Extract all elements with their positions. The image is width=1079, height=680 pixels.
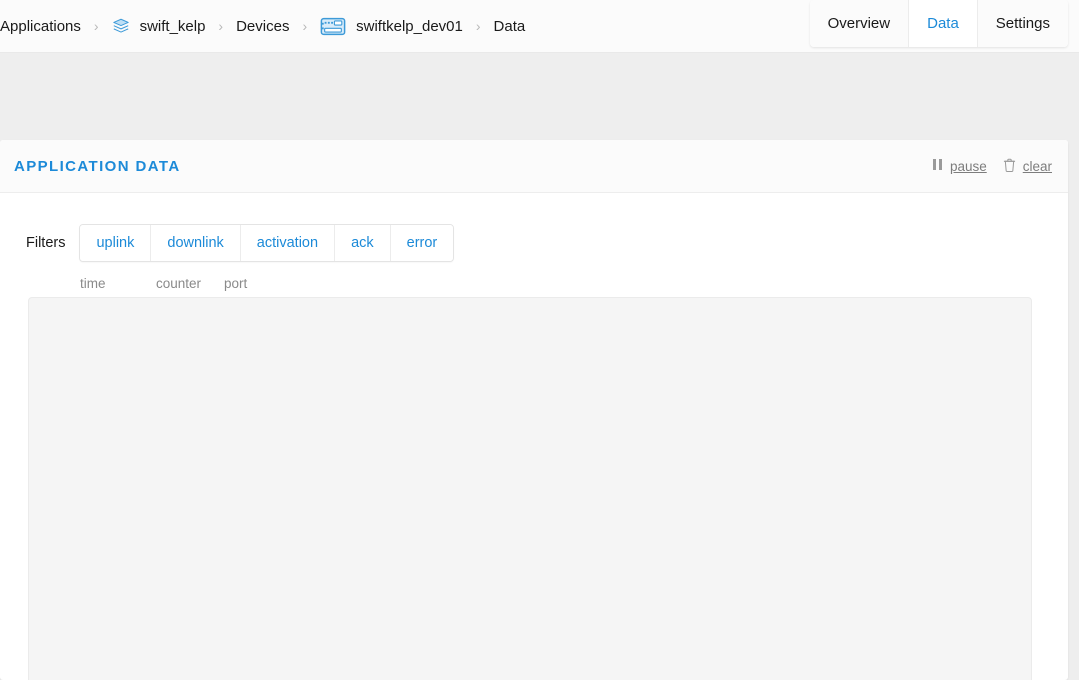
breadcrumb-label-applications[interactable]: Applications — [0, 18, 81, 35]
pause-label: pause — [949, 158, 987, 174]
column-header-time: time — [80, 276, 106, 291]
pause-button[interactable]: pause — [932, 158, 987, 174]
breadcrumb-separator: › — [93, 18, 99, 34]
tabs-zone: Overview Data Settings — [0, 0, 1079, 140]
trash-icon — [1003, 158, 1016, 175]
tab-overview[interactable]: Overview — [809, 0, 910, 47]
device-board-icon — [320, 17, 346, 36]
tab-settings[interactable]: Settings — [977, 0, 1068, 47]
pause-icon — [932, 158, 943, 174]
clear-button[interactable]: clear — [1003, 158, 1052, 175]
data-table: time counter port — [0, 262, 1068, 680]
filter-ack[interactable]: ack — [335, 225, 391, 261]
clear-label: clear — [1022, 158, 1052, 174]
page-title: APPLICATION DATA — [14, 157, 181, 175]
filter-activation[interactable]: activation — [240, 225, 336, 261]
tab-data[interactable]: Data — [909, 0, 978, 47]
filter-uplink[interactable]: uplink — [80, 225, 152, 261]
filters-label: Filters — [26, 235, 66, 251]
tab-group: Overview Data Settings — [809, 0, 1068, 47]
column-header-counter: counter — [156, 276, 202, 291]
card-header: APPLICATION DATA pause clear — [0, 140, 1068, 193]
column-header-port: port — [224, 276, 248, 291]
breadcrumb-label-devices[interactable]: Devices — [236, 18, 289, 35]
filter-button-group: uplink downlink activation ack error — [79, 224, 455, 262]
breadcrumb-item-swift-kelp[interactable]: swift_kelp — [112, 17, 206, 35]
application-data-card: APPLICATION DATA pause clear Filters upl… — [0, 140, 1068, 680]
table-body-empty — [28, 297, 1032, 680]
table-header-row: time counter port — [28, 276, 1068, 297]
breadcrumb-separator: › — [475, 18, 481, 34]
breadcrumb-label-swift-kelp[interactable]: swift_kelp — [140, 18, 206, 35]
breadcrumb-separator: › — [302, 18, 308, 34]
breadcrumb-item-device[interactable]: swiftkelp_dev01 — [320, 17, 463, 36]
breadcrumb-item-applications[interactable]: Applications — [0, 18, 81, 35]
card-header-actions: pause clear — [932, 158, 1052, 175]
layers-stack-icon — [112, 17, 130, 35]
breadcrumb-item-data[interactable]: Data — [494, 18, 526, 35]
breadcrumb-item-devices[interactable]: Devices — [236, 18, 289, 35]
filters-row: Filters uplink downlink activation ack e… — [0, 193, 1068, 262]
breadcrumb-label-data[interactable]: Data — [494, 18, 526, 35]
filter-error[interactable]: error — [390, 225, 454, 261]
filter-downlink[interactable]: downlink — [151, 225, 241, 261]
breadcrumb-label-device[interactable]: swiftkelp_dev01 — [356, 18, 463, 35]
breadcrumb-separator: › — [218, 18, 224, 34]
